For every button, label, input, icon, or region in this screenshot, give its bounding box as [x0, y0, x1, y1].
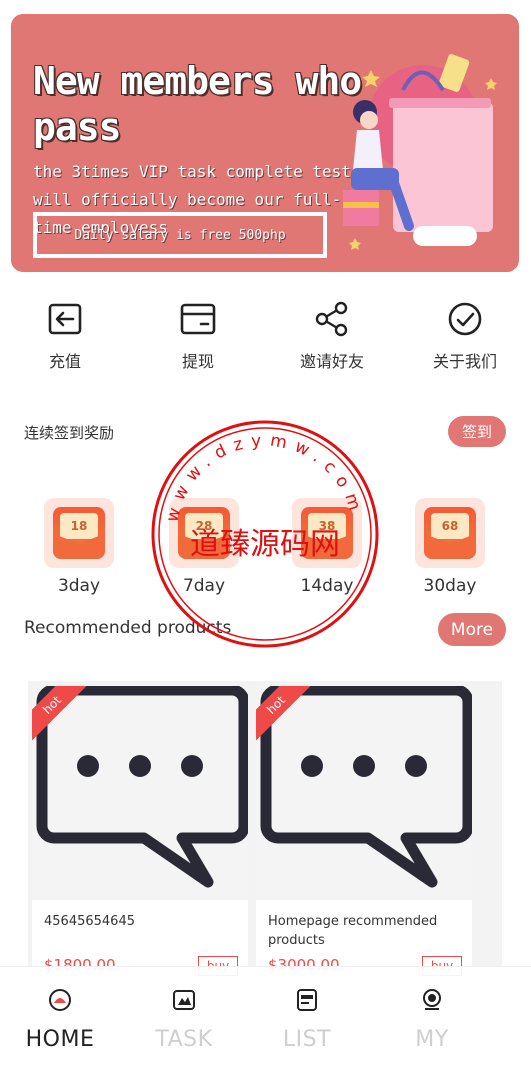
envelope-amount: 38 [308, 513, 346, 539]
nav-my-label: MY [415, 1027, 449, 1052]
red-envelope-icon: 18 [53, 507, 105, 559]
nav-task[interactable]: TASK [139, 987, 229, 1052]
red-envelope-tile: 28 [169, 498, 239, 568]
product-card[interactable]: hot 45645654645 $1800.00 buy [32, 686, 248, 986]
red-envelope-tile: 38 [292, 498, 362, 568]
withdraw-button[interactable]: 提现 [148, 300, 248, 372]
chat-bubble-icon [260, 686, 472, 888]
promo-banner[interactable]: New members who pass the 3times VIP task… [11, 14, 519, 272]
quick-actions: 充值 提现 邀请好友 关于我们 [0, 300, 531, 380]
checkin-day-7[interactable]: 28 7day [168, 498, 240, 596]
nav-home-label: HOME [25, 1027, 95, 1052]
list-icon [297, 989, 317, 1011]
recommended-products-heading: Recommended products [24, 618, 232, 638]
envelope-amount: 18 [60, 513, 98, 539]
home-icon [49, 989, 71, 1011]
about-us-button[interactable]: 关于我们 [415, 300, 515, 372]
recharge-icon [48, 303, 82, 335]
profile-icon [423, 989, 441, 1010]
withdraw-label: 提现 [181, 352, 214, 371]
product-card[interactable]: hot Homepage recommended products $3000.… [256, 686, 472, 986]
red-envelope-tile: 18 [44, 498, 114, 568]
product-name: Homepage recommended products [268, 914, 438, 948]
about-us-label: 关于我们 [432, 352, 497, 371]
checkin-day-3[interactable]: 18 3day [43, 498, 115, 596]
wallet-icon [180, 303, 216, 335]
more-button[interactable]: More [438, 613, 506, 646]
red-envelope-tile: 68 [415, 498, 485, 568]
checkin-reward-label: 连续签到奖励 [24, 424, 115, 442]
banner-title: New members who pass [33, 59, 362, 149]
bottom-nav: HOME TASK LIST MY [0, 966, 531, 1068]
recharge-button[interactable]: 充值 [15, 300, 115, 372]
checkin-button[interactable]: 签到 [448, 416, 506, 447]
nav-list-label: LIST [282, 1027, 332, 1052]
nav-task-label: TASK [155, 1027, 213, 1052]
recharge-label: 充值 [48, 352, 81, 371]
check-circle-icon [448, 302, 482, 336]
product-image [32, 686, 248, 900]
task-icon [173, 990, 195, 1010]
red-envelope-icon: 28 [178, 507, 230, 559]
day-label: 7day [182, 576, 226, 596]
envelope-amount: 28 [185, 513, 223, 539]
day-label: 14day [300, 576, 354, 596]
invite-friends-button[interactable]: 邀请好友 [282, 300, 382, 372]
checkin-day-30[interactable]: 68 30day [414, 498, 486, 596]
envelope-amount: 68 [431, 513, 469, 539]
nav-list[interactable]: LIST [262, 987, 352, 1052]
share-icon [315, 301, 348, 337]
day-label: 30day [423, 576, 477, 596]
nav-my[interactable]: MY [387, 987, 477, 1052]
shopping-bag-illustration [343, 54, 497, 250]
page: New members who pass the 3times VIP task… [0, 0, 531, 1068]
invite-friends-label: 邀请好友 [299, 352, 364, 371]
banner-salary-button[interactable]: Daily salary is free 500php [33, 212, 327, 258]
day-label: 3day [57, 576, 101, 596]
red-envelope-icon: 68 [424, 507, 476, 559]
chat-bubble-icon [36, 686, 248, 888]
nav-home[interactable]: HOME [15, 987, 105, 1052]
product-name: 45645654645 [44, 914, 135, 929]
checkin-day-14[interactable]: 38 14day [291, 498, 363, 596]
product-image [256, 686, 472, 900]
red-envelope-icon: 38 [301, 507, 353, 559]
